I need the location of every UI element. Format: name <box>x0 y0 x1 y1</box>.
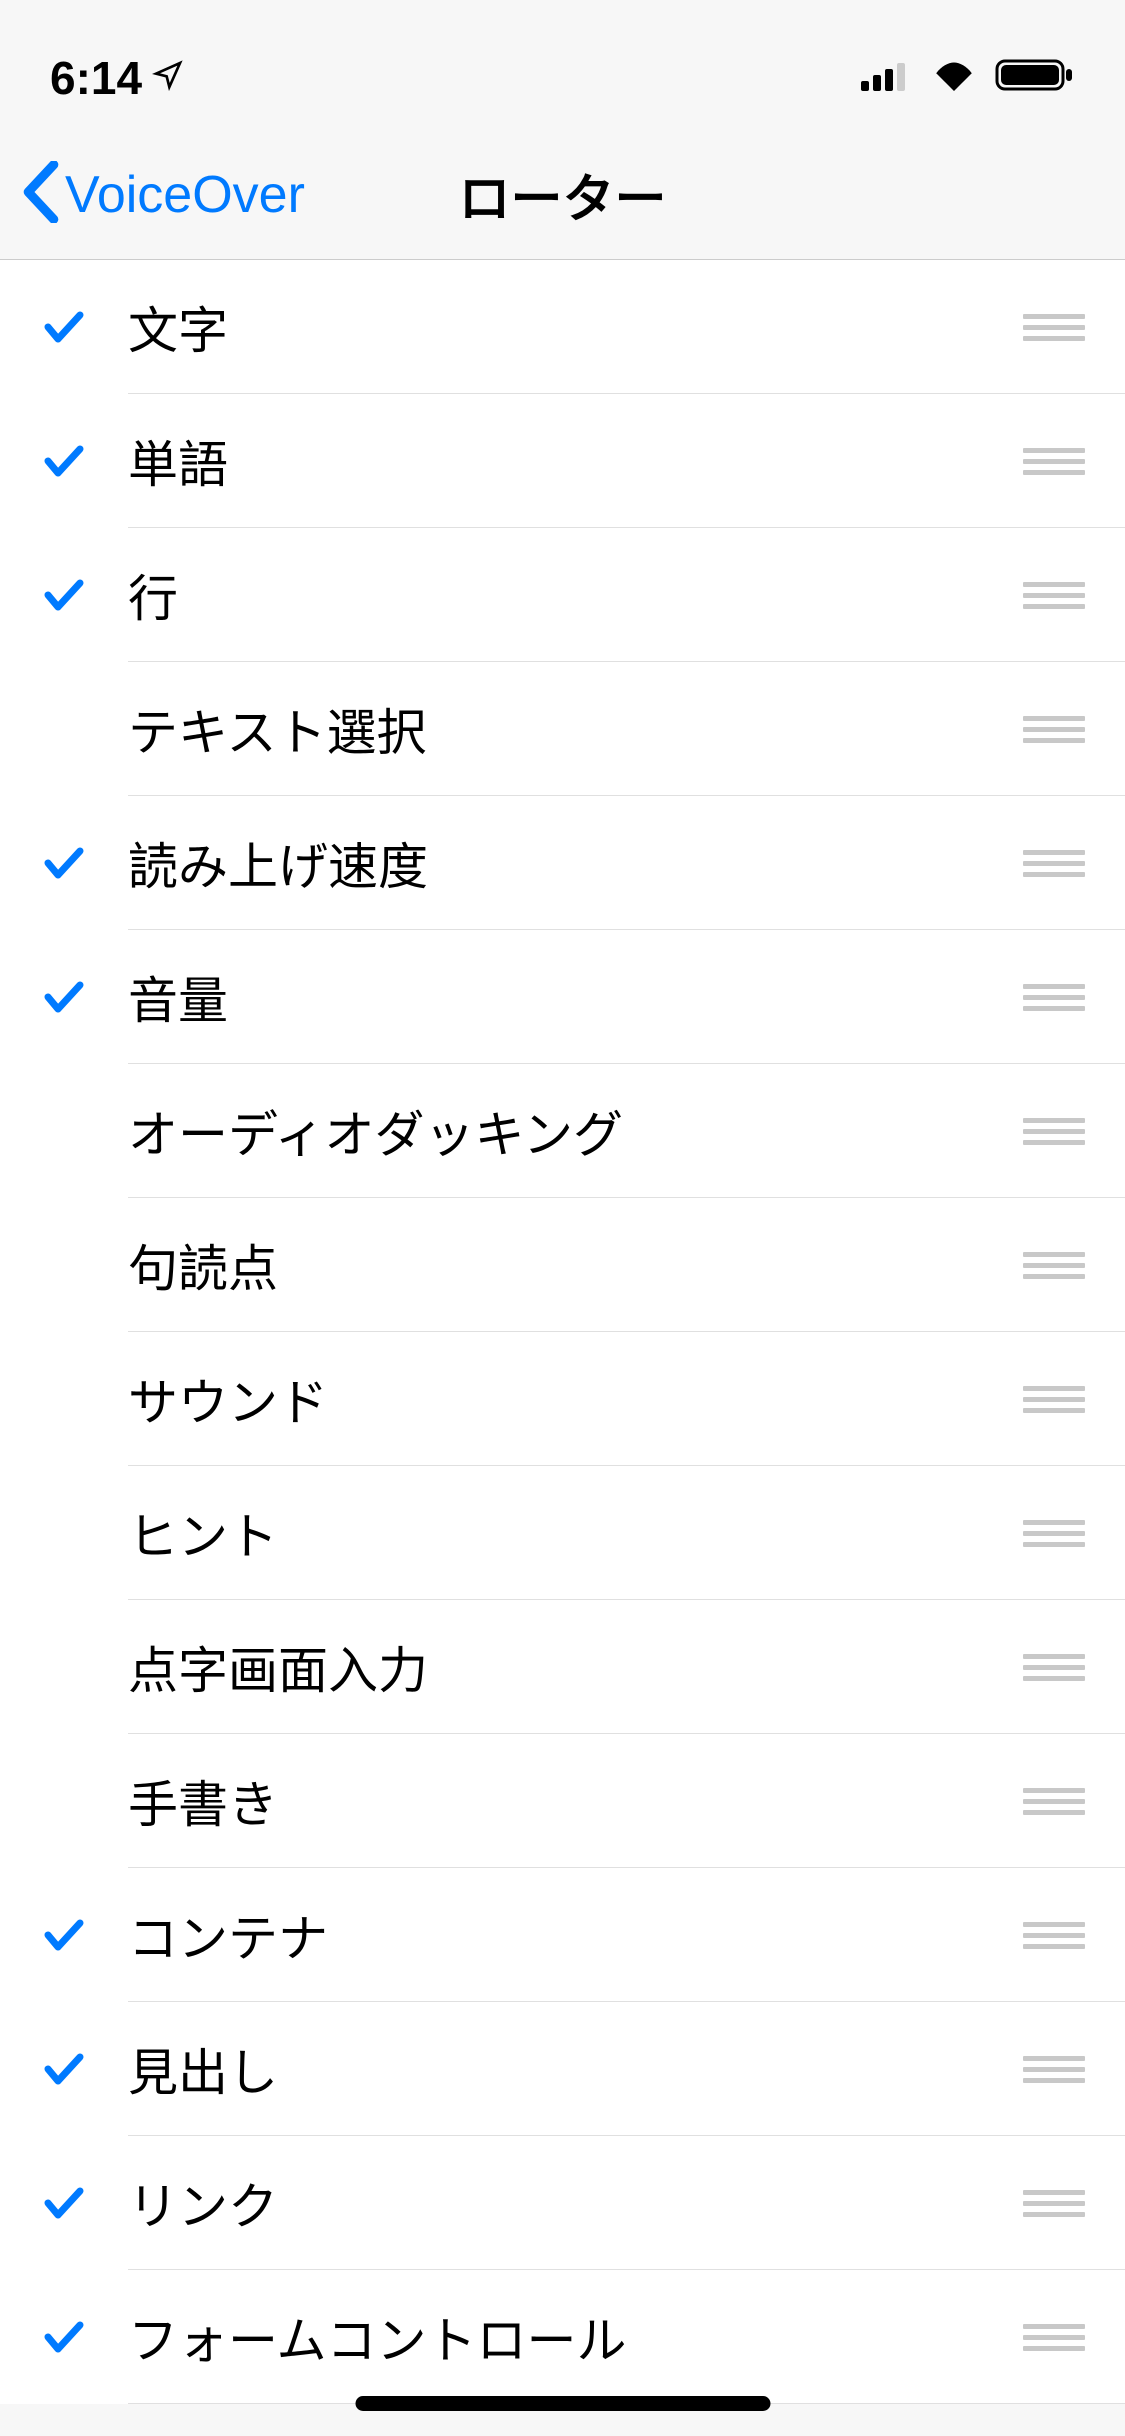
rotor-row[interactable]: 見出し <box>0 2002 1125 2136</box>
rotor-row[interactable]: 単語 <box>0 394 1125 528</box>
chevron-left-icon <box>22 161 60 228</box>
drag-handle-icon[interactable] <box>1023 2322 1125 2352</box>
rotor-row-label: フォームコントロール <box>128 2301 1023 2373</box>
rotor-row[interactable]: 読み上げ速度 <box>0 796 1125 930</box>
status-left: 6:14 <box>50 51 184 105</box>
battery-icon <box>995 57 1075 98</box>
drag-handle-icon[interactable] <box>1023 982 1125 1012</box>
checkmark-icon <box>0 1911 128 1959</box>
nav-title: ローター <box>458 157 666 232</box>
rotor-row-label: サウンド <box>128 1363 1023 1435</box>
drag-handle-icon[interactable] <box>1023 848 1125 878</box>
drag-handle-icon[interactable] <box>1023 1384 1125 1414</box>
rotor-row-label: 単語 <box>128 425 1023 497</box>
location-icon <box>152 59 184 96</box>
back-label: VoiceOver <box>65 165 305 225</box>
drag-handle-icon[interactable] <box>1023 1652 1125 1682</box>
checkmark-icon <box>0 303 128 351</box>
nav-bar: VoiceOver ローター <box>0 130 1125 260</box>
cellular-icon <box>861 59 913 96</box>
rotor-row-label: 読み上げ速度 <box>128 827 1023 899</box>
drag-handle-icon[interactable] <box>1023 714 1125 744</box>
rotor-row[interactable]: コンテナ <box>0 1868 1125 2002</box>
rotor-row-label: コンテナ <box>128 1899 1023 1971</box>
rotor-row[interactable]: 点字画面入力 <box>0 1600 1125 1734</box>
drag-handle-icon[interactable] <box>1023 446 1125 476</box>
drag-handle-icon[interactable] <box>1023 1518 1125 1548</box>
drag-handle-icon[interactable] <box>1023 1786 1125 1816</box>
rotor-row[interactable]: 句読点 <box>0 1198 1125 1332</box>
checkmark-icon <box>0 973 128 1021</box>
rotor-row[interactable]: オーディオダッキング <box>0 1064 1125 1198</box>
rotor-list: 文字単語行テキスト選択読み上げ速度音量オーディオダッキング句読点サウンドヒント点… <box>0 260 1125 2404</box>
drag-handle-icon[interactable] <box>1023 1250 1125 1280</box>
rotor-row[interactable]: ヒント <box>0 1466 1125 1600</box>
drag-handle-icon[interactable] <box>1023 580 1125 610</box>
rotor-row[interactable]: 行 <box>0 528 1125 662</box>
drag-handle-icon[interactable] <box>1023 2054 1125 2084</box>
checkmark-icon <box>0 2179 128 2227</box>
drag-handle-icon[interactable] <box>1023 2188 1125 2218</box>
rotor-row[interactable]: 音量 <box>0 930 1125 1064</box>
rotor-row-label: 句読点 <box>128 1229 1023 1301</box>
rotor-row-label: 行 <box>128 559 1023 631</box>
rotor-row[interactable]: サウンド <box>0 1332 1125 1466</box>
status-bar: 6:14 <box>0 0 1125 130</box>
rotor-row-label: ヒント <box>128 1497 1023 1569</box>
status-right <box>861 57 1075 98</box>
home-indicator <box>355 2396 770 2411</box>
rotor-row-label: リンク <box>128 2167 1023 2239</box>
rotor-row-label: 音量 <box>128 961 1023 1033</box>
drag-handle-icon[interactable] <box>1023 1116 1125 1146</box>
checkmark-icon <box>0 839 128 887</box>
rotor-row[interactable]: フォームコントロール <box>0 2270 1125 2404</box>
checkmark-icon <box>0 437 128 485</box>
checkmark-icon <box>0 571 128 619</box>
rotor-row-label: 手書き <box>128 1765 1023 1837</box>
status-time: 6:14 <box>50 51 142 105</box>
rotor-row-label: 見出し <box>128 2033 1023 2105</box>
wifi-icon <box>931 59 977 96</box>
rotor-row[interactable]: テキスト選択 <box>0 662 1125 796</box>
checkmark-icon <box>0 2045 128 2093</box>
rotor-row[interactable]: 文字 <box>0 260 1125 394</box>
rotor-row-label: テキスト選択 <box>128 693 1023 765</box>
rotor-row-label: 文字 <box>128 291 1023 363</box>
rotor-row[interactable]: 手書き <box>0 1734 1125 1868</box>
checkmark-icon <box>0 2313 128 2361</box>
back-button[interactable]: VoiceOver <box>0 161 305 228</box>
rotor-row-label: オーディオダッキング <box>128 1095 1023 1167</box>
rotor-row-label: 点字画面入力 <box>128 1631 1023 1703</box>
rotor-row[interactable]: リンク <box>0 2136 1125 2270</box>
drag-handle-icon[interactable] <box>1023 1920 1125 1950</box>
drag-handle-icon[interactable] <box>1023 312 1125 342</box>
